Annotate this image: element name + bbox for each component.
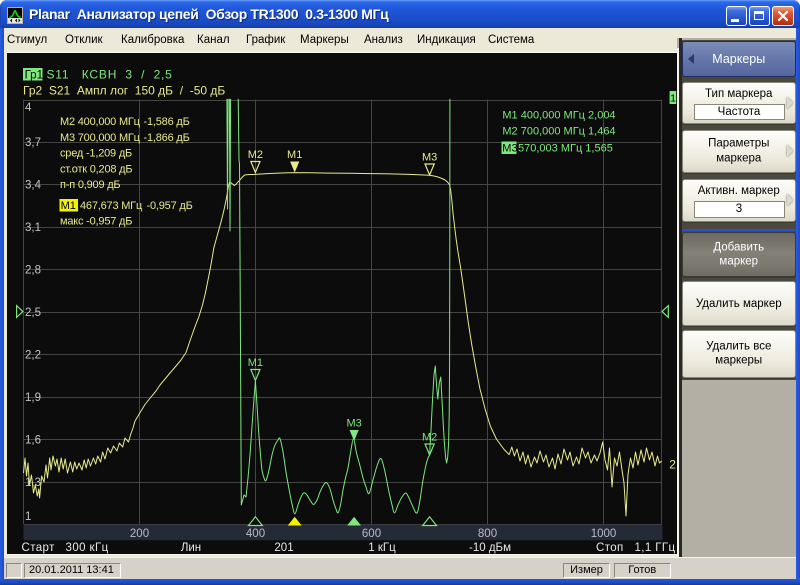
svg-text:467,673 МГц: 467,673 МГц (80, 200, 143, 212)
svg-text:М3: М3 (502, 143, 517, 155)
svg-text:570,003 МГц 1,565: 570,003 МГц 1,565 (518, 143, 613, 155)
svg-text:М1: М1 (248, 357, 263, 369)
svg-text:Лин: Лин (181, 542, 201, 554)
svg-text:-1,866 дБ: -1,866 дБ (144, 132, 190, 144)
svg-text:М2 700,000 МГц 1,464: М2 700,000 МГц 1,464 (502, 126, 615, 138)
svg-text:1,6: 1,6 (25, 435, 41, 447)
svg-text:Гр2 S21 Ампл лог 150 дБ /: Гр2 S21 Ампл лог 150 дБ / -50 дБ (23, 84, 225, 98)
svg-text:-0,957 дБ: -0,957 дБ (147, 200, 193, 212)
svg-text:2,2: 2,2 (25, 350, 41, 362)
svg-text:М3: М3 (346, 418, 361, 430)
svg-text:М2: М2 (248, 149, 263, 161)
svg-text:М3 700,000 МГц: М3 700,000 МГц (60, 132, 141, 144)
svg-text:4: 4 (25, 102, 32, 114)
svg-text:М1 400,000 МГц 2,004: М1 400,000 МГц 2,004 (502, 110, 615, 122)
svg-text:Старт 300 кГц: Старт 300 кГц (22, 542, 109, 554)
svg-text:1,9: 1,9 (25, 392, 41, 404)
svg-text:М2 400,000 МГц: М2 400,000 МГц (60, 116, 141, 128)
svg-text:3,7: 3,7 (25, 137, 41, 149)
svg-text:1: 1 (25, 511, 31, 523)
svg-text:600: 600 (362, 528, 381, 540)
svg-text:М3: М3 (422, 152, 437, 164)
svg-text:макс -0,957 дБ: макс -0,957 дБ (60, 216, 132, 228)
svg-text:сред -1,209 дБ: сред -1,209 дБ (60, 148, 132, 160)
svg-text:400: 400 (246, 528, 265, 540)
svg-text:2,5: 2,5 (25, 307, 41, 319)
svg-text:2: 2 (669, 458, 676, 472)
svg-text:1: 1 (670, 93, 676, 105)
svg-text:М1: М1 (287, 149, 302, 161)
svg-text:Гр1: Гр1 (25, 70, 43, 82)
svg-text:М2: М2 (422, 432, 437, 444)
svg-text:п-п 0,909 дБ: п-п 0,909 дБ (60, 179, 120, 191)
svg-text:М1: М1 (61, 200, 76, 212)
svg-text:800: 800 (478, 528, 497, 540)
svg-text:2,8: 2,8 (25, 265, 41, 277)
svg-text:ст.отк 0,208 дБ: ст.отк 0,208 дБ (60, 163, 132, 175)
svg-text:1000: 1000 (591, 528, 617, 540)
svg-text:3,4: 3,4 (25, 180, 42, 192)
svg-text:-1,586 дБ: -1,586 дБ (144, 116, 190, 128)
svg-text:200: 200 (130, 528, 149, 540)
svg-text:3,1: 3,1 (25, 222, 41, 234)
svg-text:1 кГц: 1 кГц (368, 542, 396, 554)
svg-text:201: 201 (274, 542, 293, 554)
svg-text:-10 дБм: -10 дБм (469, 542, 511, 554)
svg-text:Стоп 1,1 ГГц: Стоп 1,1 ГГц (596, 542, 675, 554)
svg-text:S11 КСВН 3 / 2,5: S11 КСВН 3 / 2,5 (47, 68, 173, 82)
